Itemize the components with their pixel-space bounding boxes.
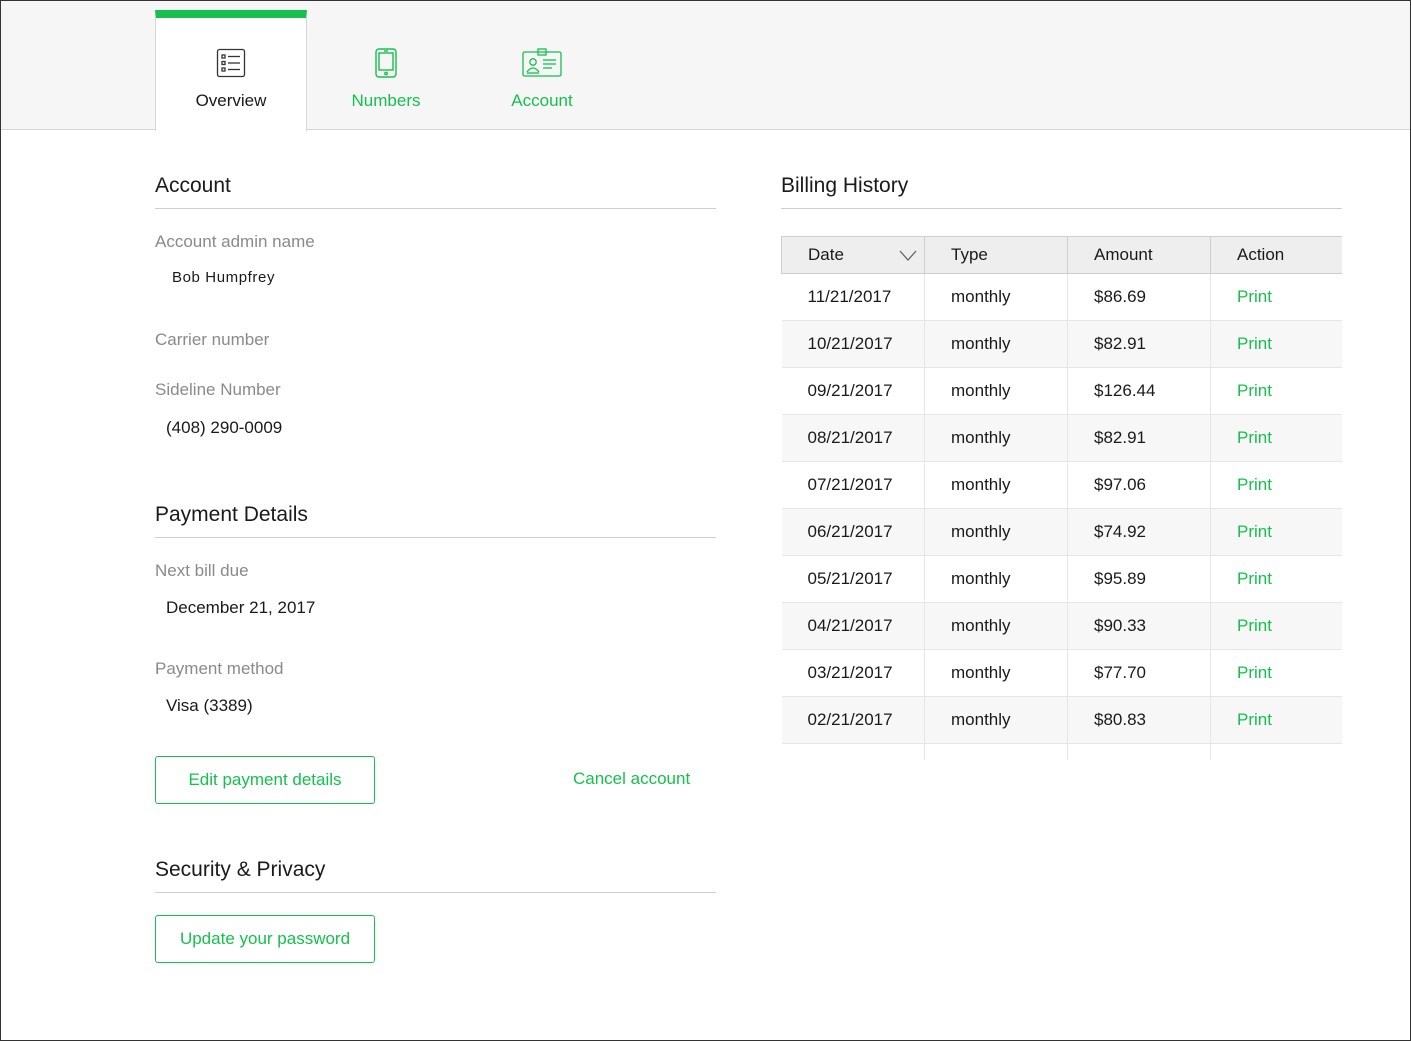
cancel-account-link[interactable]: Cancel account — [573, 769, 690, 789]
table-row: 06/21/2017 monthly $74.92 Print — [781, 508, 1342, 556]
table-row: 11/21/2017 monthly $86.69 Print — [781, 273, 1342, 321]
table-row: 04/21/2017 monthly $90.33 Print — [781, 602, 1342, 650]
update-password-button[interactable]: Update your password — [155, 915, 375, 963]
account-divider — [155, 208, 716, 209]
column-header-date-label: Date — [808, 245, 844, 264]
cell-date: 04/21/2017 — [781, 602, 925, 650]
chevron-down-icon[interactable] — [898, 247, 918, 267]
billing-table: Date Type Amount Action 11/21/2017 monthl… — [781, 236, 1342, 760]
table-row: 05/21/2017 monthly $95.89 Print — [781, 555, 1342, 603]
cell-date: 07/21/2017 — [781, 461, 925, 509]
sideline-number-value: (408) 290-0009 — [166, 418, 283, 437]
payment-divider — [155, 537, 716, 538]
cell-date: 06/21/2017 — [781, 508, 925, 556]
billing-divider — [781, 208, 1342, 209]
column-header-action: Action — [1210, 236, 1342, 274]
cell-type: monthly — [924, 602, 1068, 650]
print-link[interactable]: Print — [1210, 461, 1342, 509]
id-card-icon — [522, 48, 562, 83]
cell-amount: $80.83 — [1067, 696, 1211, 744]
cell-type: monthly — [924, 273, 1068, 321]
sideline-number-label: Sideline Number — [155, 380, 281, 399]
cell-amount: $86.69 — [1067, 273, 1211, 321]
table-row — [781, 743, 1342, 760]
phone-icon — [374, 48, 398, 83]
table-row: 02/21/2017 monthly $80.83 Print — [781, 696, 1342, 744]
tab-account-label: Account — [511, 91, 573, 110]
tab-overview-label: Overview — [195, 91, 267, 110]
cell-type — [924, 743, 1068, 760]
cell-type: monthly — [924, 414, 1068, 462]
print-link[interactable]: Print — [1210, 602, 1342, 650]
tab-overview[interactable]: Overview — [155, 10, 307, 131]
cell-amount: $77.70 — [1067, 649, 1211, 697]
cell-type: monthly — [924, 367, 1068, 415]
cell-date: 03/21/2017 — [781, 649, 925, 697]
security-section-title: Security & Privacy — [155, 858, 326, 881]
print-link[interactable]: Print — [1210, 696, 1342, 744]
security-divider — [155, 892, 716, 893]
account-admin-value: Bob Humpfrey — [172, 269, 276, 286]
tab-numbers[interactable]: Numbers — [310, 10, 462, 131]
payment-method-value: Visa (3389) — [166, 696, 253, 715]
payment-method-label: Payment method — [155, 659, 284, 678]
cell-type: monthly — [924, 320, 1068, 368]
cell-date — [781, 743, 925, 760]
cell-amount: $74.92 — [1067, 508, 1211, 556]
print-link — [1210, 743, 1342, 760]
cell-amount — [1067, 743, 1211, 760]
billing-header-row: Date Type Amount Action — [781, 236, 1342, 274]
cell-type: monthly — [924, 696, 1068, 744]
print-link[interactable]: Print — [1210, 367, 1342, 415]
cell-date: 09/21/2017 — [781, 367, 925, 415]
print-link[interactable]: Print — [1210, 320, 1342, 368]
carrier-number-label: Carrier number — [155, 330, 270, 349]
tab-numbers-label: Numbers — [351, 91, 421, 110]
column-header-amount: Amount — [1067, 236, 1211, 274]
cell-date: 11/21/2017 — [781, 273, 925, 321]
cell-amount: $95.89 — [1067, 555, 1211, 603]
print-link[interactable]: Print — [1210, 508, 1342, 556]
edit-payment-details-button[interactable]: Edit payment details — [155, 756, 375, 804]
next-bill-value: December 21, 2017 — [166, 598, 316, 617]
billing-section-title: Billing History — [781, 174, 909, 197]
cell-amount: $90.33 — [1067, 602, 1211, 650]
tab-account[interactable]: Account — [466, 10, 618, 131]
app-frame: Overview Numbers Account Account Account… — [0, 0, 1411, 1041]
print-link[interactable]: Print — [1210, 649, 1342, 697]
print-link[interactable]: Print — [1210, 414, 1342, 462]
table-row: 07/21/2017 monthly $97.06 Print — [781, 461, 1342, 509]
cell-amount: $82.91 — [1067, 320, 1211, 368]
print-link[interactable]: Print — [1210, 555, 1342, 603]
account-admin-label: Account admin name — [155, 232, 315, 251]
cell-amount: $97.06 — [1067, 461, 1211, 509]
cell-type: monthly — [924, 508, 1068, 556]
table-row: 03/21/2017 monthly $77.70 Print — [781, 649, 1342, 697]
payment-section-title: Payment Details — [155, 503, 308, 526]
column-header-type: Type — [924, 236, 1068, 274]
table-row: 09/21/2017 monthly $126.44 Print — [781, 367, 1342, 415]
cell-amount: $82.91 — [1067, 414, 1211, 462]
cell-type: monthly — [924, 461, 1068, 509]
table-row: 08/21/2017 monthly $82.91 Print — [781, 414, 1342, 462]
list-icon — [216, 48, 246, 83]
billing-table-container[interactable]: Date Type Amount Action 11/21/2017 monthl… — [781, 236, 1342, 760]
cell-date: 02/21/2017 — [781, 696, 925, 744]
cell-date: 05/21/2017 — [781, 555, 925, 603]
cell-type: monthly — [924, 555, 1068, 603]
next-bill-label: Next bill due — [155, 561, 249, 580]
table-row: 10/21/2017 monthly $82.91 Print — [781, 320, 1342, 368]
cell-amount: $126.44 — [1067, 367, 1211, 415]
account-section-title: Account — [155, 174, 231, 197]
print-link[interactable]: Print — [1210, 273, 1342, 321]
cell-date: 10/21/2017 — [781, 320, 925, 368]
cell-date: 08/21/2017 — [781, 414, 925, 462]
column-header-date[interactable]: Date — [781, 236, 925, 274]
top-navigation: Overview Numbers Account — [1, 1, 1410, 131]
cell-type: monthly — [924, 649, 1068, 697]
